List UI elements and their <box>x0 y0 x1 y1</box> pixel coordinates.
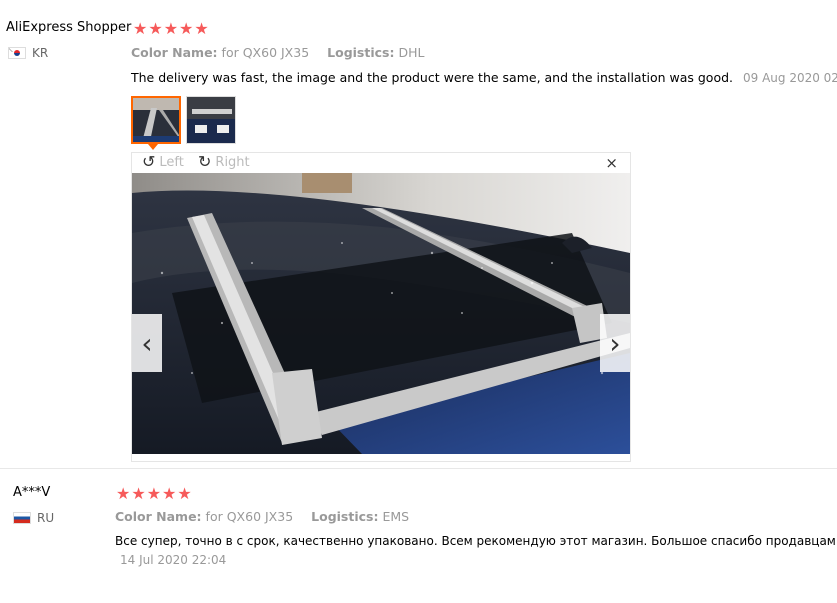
review-meta: Color Name: for QX60 JX35 Logistics: EMS <box>115 509 423 524</box>
review-photo-large <box>132 173 630 454</box>
prev-photo-button[interactable]: ‹ <box>132 314 162 372</box>
next-photo-button[interactable]: › <box>600 314 630 372</box>
review-date: 14 Jul 2020 22:04 <box>120 553 227 567</box>
car-roof-photo-icon <box>133 98 179 142</box>
review-text: The delivery was fast, the image and the… <box>131 70 733 85</box>
review-text-row: The delivery was fast, the image and the… <box>131 70 837 85</box>
close-icon[interactable]: × <box>605 154 618 172</box>
color-value: for QX60 JX35 <box>205 509 294 524</box>
review-date: 09 Aug 2020 02:46 <box>742 71 837 85</box>
car-photo-icon <box>187 97 235 143</box>
review-text: Все супер, точно в с срок, качественно у… <box>115 534 837 548</box>
rotate-left-label: Left <box>159 154 184 170</box>
flag-ru-icon <box>13 512 31 524</box>
viewer-toolbar: ↺ Left ↻ Right × <box>132 153 630 173</box>
star-rating: ★★★★★ <box>133 19 210 38</box>
color-value: for QX60 JX35 <box>221 45 310 60</box>
review-photo-thumb-2[interactable] <box>186 96 236 144</box>
flag-kr-icon <box>8 47 26 59</box>
logistics-label: Logistics: <box>327 45 395 60</box>
logistics-label: Logistics: <box>311 509 379 524</box>
star-rating: ★★★★★ <box>116 484 193 503</box>
logistics-value: DHL <box>398 45 425 60</box>
country-code: RU <box>37 511 55 525</box>
review-meta: Color Name: for QX60 JX35 Logistics: DHL <box>131 45 438 60</box>
reviewer-name: A***V <box>13 485 51 500</box>
rotate-left-icon: ↺ <box>142 152 156 171</box>
photo-viewer: ↺ Left ↻ Right × ‹ › <box>131 152 631 462</box>
logistics-value: EMS <box>382 509 410 524</box>
chevron-right-icon: › <box>609 326 621 360</box>
rotate-right-button[interactable]: ↻ Right <box>198 154 250 170</box>
color-label: Color Name: <box>131 45 218 60</box>
reviewer-country: RU <box>13 511 54 525</box>
chevron-left-icon: ‹ <box>141 326 153 360</box>
review-divider <box>0 468 837 469</box>
car-roof-rack-photo <box>132 173 630 454</box>
reviewer-country: KR <box>8 46 48 60</box>
rotate-left-button[interactable]: ↺ Left <box>142 154 184 170</box>
rotate-right-label: Right <box>215 154 250 170</box>
review-photo-thumb-1[interactable] <box>131 96 181 144</box>
reviewer-name: AliExpress Shopper <box>6 20 132 35</box>
color-label: Color Name: <box>115 509 202 524</box>
active-thumb-caret <box>148 144 158 150</box>
country-code: KR <box>32 46 49 60</box>
rotate-right-icon: ↻ <box>198 152 212 171</box>
